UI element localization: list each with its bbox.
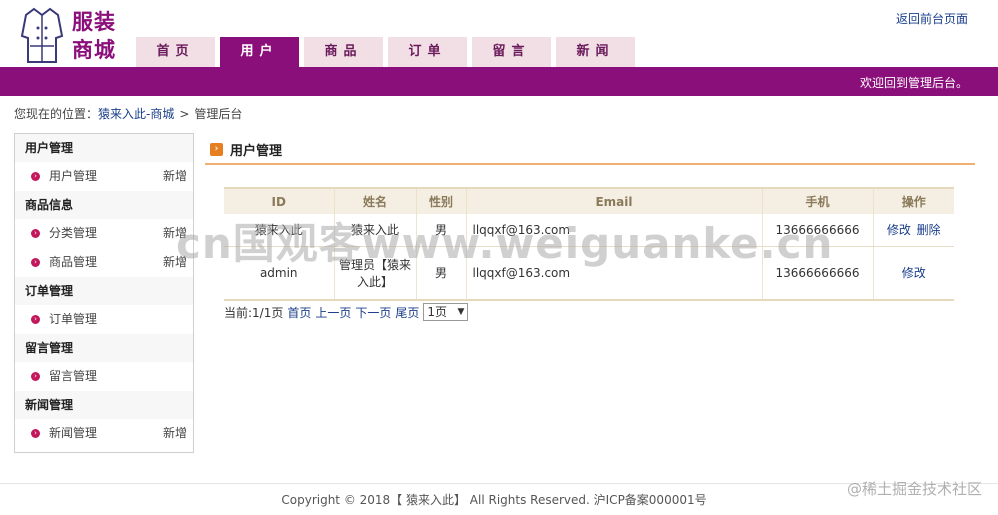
cell-actions: 修改 删除 bbox=[873, 214, 954, 247]
logo[interactable]: 服装 商城 bbox=[20, 6, 130, 64]
page-title-text: 用户管理 bbox=[230, 144, 283, 159]
sidebar-group-messages: 留言管理 bbox=[15, 334, 193, 362]
sidebar-item-label[interactable]: 分类管理 bbox=[49, 226, 97, 240]
bullet-icon: › bbox=[31, 315, 40, 324]
column-header-name: 姓名 bbox=[334, 187, 417, 214]
sidebar-item-product-management: › 商品管理 新增 bbox=[15, 248, 193, 277]
sidebar-add-category-link[interactable]: 新增 bbox=[163, 219, 187, 248]
pager-first-link[interactable]: 首页 bbox=[287, 304, 311, 321]
logo-line-2: 商城 bbox=[72, 37, 116, 62]
bullet-icon: › bbox=[31, 258, 40, 267]
edit-link[interactable]: 修改 bbox=[887, 223, 911, 237]
breadcrumb-separator: > bbox=[179, 107, 190, 121]
sidebar-add-news-link[interactable]: 新增 bbox=[163, 419, 187, 448]
column-header-gender: 性别 bbox=[416, 187, 467, 214]
sidebar-item-news-management: › 新闻管理 新增 bbox=[15, 419, 193, 448]
sidebar-item-label[interactable]: 留言管理 bbox=[49, 369, 97, 383]
bullet-icon: › bbox=[31, 372, 40, 381]
cell-email: llqqxf@163.com bbox=[466, 246, 763, 301]
nav-tab-messages[interactable]: 留言 bbox=[472, 37, 551, 67]
sidebar-group-orders: 订单管理 bbox=[15, 277, 193, 305]
cell-name: 猿来入此 bbox=[334, 214, 417, 247]
sidebar-item-category-management: › 分类管理 新增 bbox=[15, 219, 193, 248]
corner-watermark: @稀土掘金技术社区 bbox=[846, 480, 982, 498]
users-table: ID 姓名 性别 Email 手机 操作 猿来入此 猿来入此 男 llqqxf@… bbox=[224, 187, 954, 301]
welcome-text: 欢迎回到管理后台。 bbox=[859, 76, 968, 90]
bullet-icon: › bbox=[31, 172, 40, 181]
bullet-icon: › bbox=[31, 229, 40, 238]
table-row: 猿来入此 猿来入此 男 llqqxf@163.com 13666666666 修… bbox=[224, 214, 954, 247]
table-header-row: ID 姓名 性别 Email 手机 操作 bbox=[224, 187, 954, 214]
cell-actions: 修改 bbox=[873, 246, 954, 301]
column-header-actions: 操作 bbox=[873, 187, 954, 214]
nav-tab-home[interactable]: 首页 bbox=[136, 37, 215, 67]
title-divider bbox=[205, 163, 975, 165]
caret-down-icon: ▼ bbox=[457, 307, 465, 317]
breadcrumb-prefix: 您现在的位置： bbox=[14, 107, 99, 121]
delete-link[interactable]: 删除 bbox=[917, 223, 941, 237]
top-bar: 欢迎回到管理后台。 bbox=[0, 67, 998, 96]
cell-id: 猿来入此 bbox=[224, 214, 335, 247]
breadcrumb: 您现在的位置：猿来入此-商城 > 管理后台 bbox=[14, 105, 242, 122]
sidebar-add-user-link[interactable]: 新增 bbox=[163, 162, 187, 191]
page-select[interactable]: 1页 ▼ bbox=[423, 303, 469, 321]
nav-tab-users[interactable]: 用户 bbox=[220, 37, 299, 67]
breadcrumb-current: 管理后台 bbox=[194, 107, 243, 121]
cell-gender: 男 bbox=[416, 246, 467, 301]
nav-tab-products[interactable]: 商品 bbox=[304, 37, 383, 67]
cell-name: 管理员【猿来入此】 bbox=[334, 246, 417, 301]
nav-tab-orders[interactable]: 订单 bbox=[388, 37, 467, 67]
cell-id: admin bbox=[224, 246, 335, 301]
nav-tab-news[interactable]: 新闻 bbox=[556, 37, 635, 67]
footer-copyright: Copyright © 2018【 猿来入此】 All Rights Reser… bbox=[281, 493, 707, 507]
sidebar-item-label[interactable]: 商品管理 bbox=[49, 255, 97, 269]
column-header-id: ID bbox=[224, 187, 335, 214]
cell-phone: 13666666666 bbox=[762, 214, 874, 247]
edit-link[interactable]: 修改 bbox=[902, 266, 926, 280]
cell-phone: 13666666666 bbox=[762, 246, 874, 301]
pager-last-link[interactable]: 尾页 bbox=[395, 304, 419, 321]
pager-status: 当前:1/1页 bbox=[224, 305, 284, 320]
sidebar-group-users: 用户管理 bbox=[15, 134, 193, 162]
column-header-phone: 手机 bbox=[762, 187, 874, 214]
back-to-frontend-link[interactable]: 返回前台页面 bbox=[896, 10, 968, 27]
table-row: admin 管理员【猿来入此】 男 llqqxf@163.com 1366666… bbox=[224, 246, 954, 301]
arrow-right-icon: › bbox=[210, 143, 223, 156]
sidebar-item-user-management: › 用户管理 新增 bbox=[15, 162, 193, 191]
cell-email: llqqxf@163.com bbox=[466, 214, 763, 247]
logo-line-1: 服装 bbox=[72, 9, 116, 34]
coat-logo-icon bbox=[20, 7, 64, 63]
column-header-email: Email bbox=[466, 187, 763, 214]
pager-next-link[interactable]: 下一页 bbox=[355, 304, 391, 321]
sidebar-group-products: 商品信息 bbox=[15, 191, 193, 219]
sidebar: 用户管理 › 用户管理 新增 商品信息 › 分类管理 新增 › 商品管理 新增 订单管… bbox=[14, 133, 194, 453]
sidebar-item-label[interactable]: 用户管理 bbox=[49, 169, 97, 183]
sidebar-add-product-link[interactable]: 新增 bbox=[163, 248, 187, 277]
main-nav: 首页 用户 商品 订单 留言 新闻 bbox=[136, 37, 640, 67]
sidebar-item-order-management: › 订单管理 bbox=[15, 305, 193, 334]
sidebar-item-label[interactable]: 订单管理 bbox=[49, 312, 97, 326]
pager-prev-link[interactable]: 上一页 bbox=[315, 304, 351, 321]
sidebar-item-label[interactable]: 新闻管理 bbox=[49, 426, 97, 440]
cell-gender: 男 bbox=[416, 214, 467, 247]
breadcrumb-site-link[interactable]: 猿来入此-商城 bbox=[98, 107, 174, 121]
bullet-icon: › bbox=[31, 429, 40, 438]
logo-text: 服装 商城 bbox=[72, 8, 116, 64]
header: 服装 商城 首页 用户 商品 订单 留言 新闻 返回前台页面 bbox=[0, 0, 998, 67]
sidebar-group-news: 新闻管理 bbox=[15, 391, 193, 419]
pagination: 当前:1/1页 首页 上一页 下一页 尾页 1页 ▼ bbox=[224, 303, 469, 321]
page-select-value: 1页 bbox=[427, 305, 448, 319]
sidebar-item-message-management: › 留言管理 bbox=[15, 362, 193, 391]
page-title: › 用户管理 bbox=[210, 140, 282, 159]
